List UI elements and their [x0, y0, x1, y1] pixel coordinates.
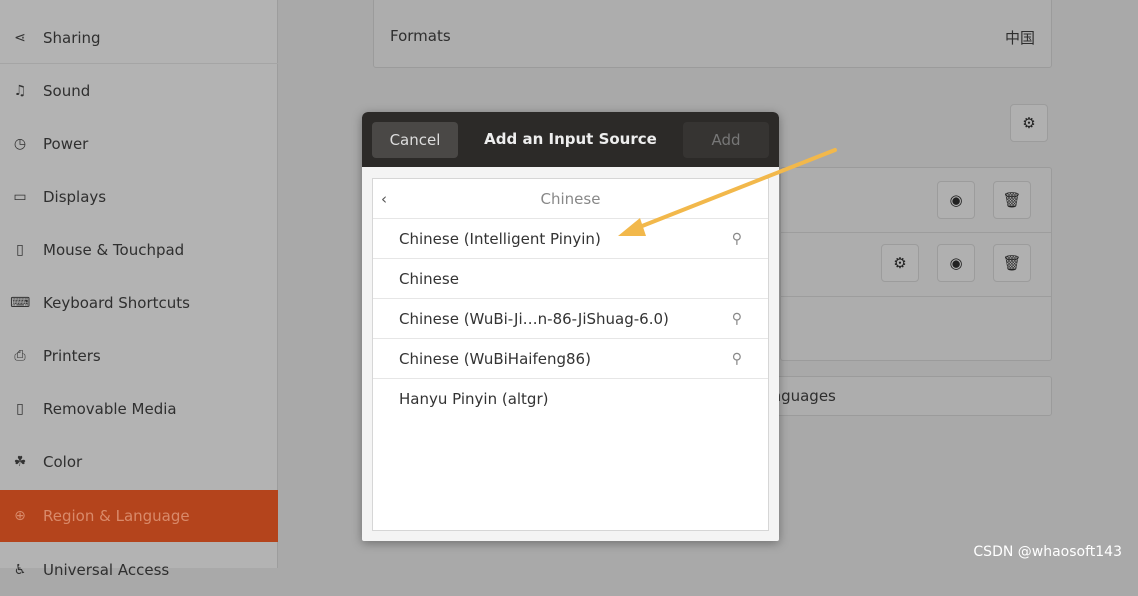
watermark: CSDN @whaosoft143: [973, 544, 1122, 560]
annotation-arrow: [618, 148, 837, 236]
